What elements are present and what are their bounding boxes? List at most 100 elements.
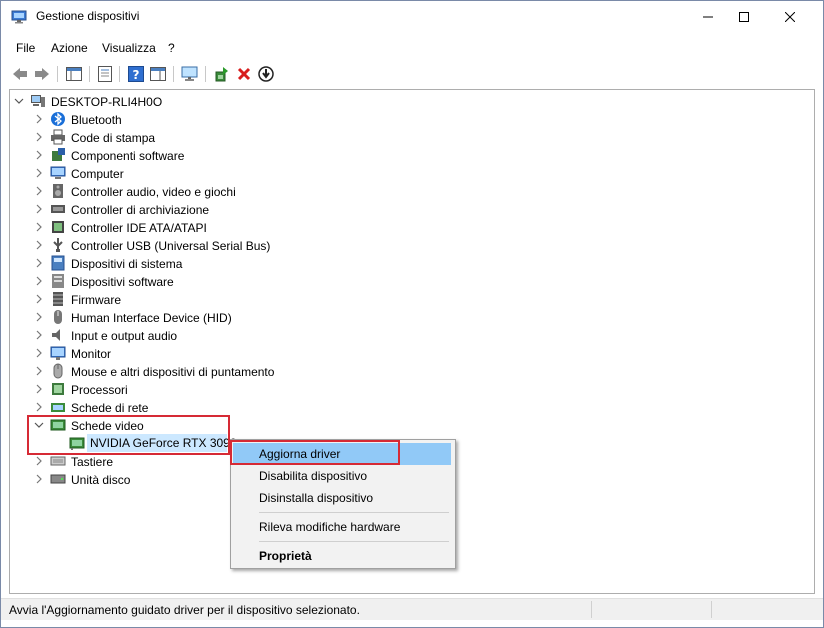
menu-help[interactable]: ? xyxy=(168,41,175,55)
tree-category-label[interactable]: Computer xyxy=(71,167,124,181)
toolbar: ? xyxy=(1,61,823,87)
chevron-right-icon[interactable] xyxy=(34,146,44,164)
chevron-right-icon[interactable] xyxy=(34,236,44,254)
maximize-icon xyxy=(739,12,749,22)
menu-item-label: Rileva modifiche hardware xyxy=(259,520,401,534)
network-adapter-icon xyxy=(51,403,65,412)
firmware-icon xyxy=(53,292,63,306)
tree-category-label[interactable]: Processori xyxy=(71,383,128,397)
menu-item-rileva-modifiche-hardware[interactable]: Rileva modifiche hardware xyxy=(233,516,451,538)
chevron-right-icon[interactable] xyxy=(34,344,44,362)
mouse-icon xyxy=(53,363,63,379)
tree-category-label[interactable]: Schede di rete xyxy=(71,401,148,415)
menu-separator xyxy=(259,541,449,542)
tree-category-label[interactable]: Unità disco xyxy=(71,473,130,487)
tree-category-label[interactable]: Controller di archiviazione xyxy=(71,203,209,217)
usb-icon xyxy=(53,238,63,252)
menu-item-label: Proprietà xyxy=(259,549,312,563)
tree-category-label[interactable]: Mouse e altri dispositivi di puntamento xyxy=(71,365,274,379)
forward-arrow-icon xyxy=(35,68,49,80)
printer-icon xyxy=(51,129,65,145)
help-icon: ? xyxy=(128,66,144,82)
menu-item-label: Disabilita dispositivo xyxy=(259,469,368,483)
monitor-icon xyxy=(50,346,66,360)
tree-category-label[interactable]: Controller USB (Universal Serial Bus) xyxy=(71,239,270,253)
bluetooth-icon xyxy=(51,112,65,126)
tree-category-label[interactable]: Code di stampa xyxy=(71,131,155,145)
chevron-right-icon[interactable] xyxy=(34,164,44,182)
chevron-right-icon[interactable] xyxy=(34,398,44,416)
tree-category-label[interactable]: Controller IDE ATA/ATAPI xyxy=(71,221,207,235)
menu-bar: File Azione Visualizza ? xyxy=(1,39,823,59)
tree-category-label[interactable]: Controller audio, video e giochi xyxy=(71,185,236,199)
computer-icon xyxy=(31,95,45,107)
chevron-right-icon[interactable] xyxy=(34,308,44,326)
back-arrow-icon xyxy=(13,68,27,80)
tree-category-label[interactable]: Bluetooth xyxy=(71,113,122,127)
chevron-right-icon[interactable] xyxy=(34,218,44,236)
tree-category-label[interactable]: Human Interface Device (HID) xyxy=(71,311,232,325)
menu-item-proprieta[interactable]: Proprietà xyxy=(233,545,451,567)
chevron-right-icon[interactable] xyxy=(34,254,44,272)
chevron-right-icon[interactable] xyxy=(34,362,44,380)
tree-category-label[interactable]: Monitor xyxy=(71,347,111,361)
status-bar: Avvia l'Aggiornamento guidato driver per… xyxy=(1,598,823,620)
tree-category-label[interactable]: Componenti software xyxy=(71,149,184,163)
show-hide-console-tree-button[interactable] xyxy=(65,65,83,83)
device-manager-window: Gestione dispositivi File Azione Visuali… xyxy=(0,0,824,628)
audio-io-icon xyxy=(52,329,60,341)
chevron-right-icon[interactable] xyxy=(34,326,44,344)
tree-root-label[interactable]: DESKTOP-RLI4H0O xyxy=(51,95,162,109)
tree-category-label[interactable]: Firmware xyxy=(71,293,121,307)
monitor-scan-icon xyxy=(181,66,198,81)
menu-visualizza[interactable]: Visualizza xyxy=(102,41,156,55)
update-driver-button[interactable] xyxy=(213,65,231,83)
update-driver-icon xyxy=(215,67,228,82)
chevron-right-icon[interactable] xyxy=(34,290,44,308)
keyboard-icon xyxy=(50,456,66,466)
computer-icon xyxy=(50,166,66,179)
chevron-down-icon[interactable] xyxy=(14,92,24,110)
tree-category-label[interactable]: Input e output audio xyxy=(71,329,177,343)
chevron-right-icon[interactable] xyxy=(34,380,44,398)
chevron-right-icon[interactable] xyxy=(34,470,44,488)
menu-file[interactable]: File xyxy=(16,41,35,55)
device-manager-icon xyxy=(11,10,27,24)
enable-device-button[interactable] xyxy=(257,65,275,83)
highlight-box-aggiorna-driver xyxy=(230,440,400,465)
chevron-right-icon[interactable] xyxy=(34,272,44,290)
hid-icon xyxy=(54,310,62,324)
scan-hardware-button[interactable] xyxy=(181,65,199,83)
action-pane-button[interactable] xyxy=(149,65,167,83)
console-tree-icon xyxy=(66,67,82,81)
close-icon xyxy=(785,12,795,22)
highlight-box-schede-video xyxy=(27,415,230,455)
title-bar: Gestione dispositivi xyxy=(1,1,823,33)
maximize-button[interactable] xyxy=(721,1,767,33)
download-circle-icon xyxy=(258,66,274,82)
forward-button[interactable] xyxy=(33,65,51,83)
software-device-icon xyxy=(52,274,64,288)
uninstall-device-button[interactable] xyxy=(235,65,253,83)
tree-category-label[interactable]: Dispositivi software xyxy=(71,275,174,289)
properties-button[interactable] xyxy=(96,65,114,83)
chevron-right-icon[interactable] xyxy=(34,182,44,200)
svg-text:?: ? xyxy=(133,68,140,82)
back-button[interactable] xyxy=(11,65,29,83)
menu-separator xyxy=(259,512,449,513)
tree-category-label[interactable]: Dispositivi di sistema xyxy=(71,257,182,271)
action-pane-icon xyxy=(150,67,166,81)
ide-controller-icon xyxy=(52,221,64,233)
menu-azione[interactable]: Azione xyxy=(51,41,88,55)
speaker-icon xyxy=(53,184,63,198)
menu-item-disinstalla-dispositivo[interactable]: Disinstalla dispositivo xyxy=(233,487,451,509)
tree-category-label[interactable]: Tastiere xyxy=(71,455,113,469)
menu-item-label: Disinstalla dispositivo xyxy=(259,491,374,505)
menu-item-disabilita-dispositivo[interactable]: Disabilita dispositivo xyxy=(233,465,451,487)
help-button[interactable]: ? xyxy=(127,65,145,83)
chevron-right-icon[interactable] xyxy=(34,128,44,146)
status-text: Avvia l'Aggiornamento guidato driver per… xyxy=(9,603,360,617)
close-button[interactable] xyxy=(767,1,813,33)
chevron-right-icon[interactable] xyxy=(34,200,44,218)
chevron-right-icon[interactable] xyxy=(34,110,44,128)
